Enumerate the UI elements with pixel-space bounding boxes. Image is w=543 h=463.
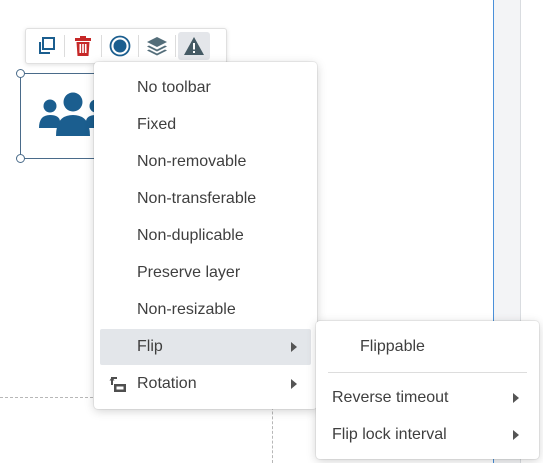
- chevron-right-icon: [291, 379, 297, 389]
- record-button[interactable]: [104, 32, 136, 60]
- context-menu: No toolbar Fixed Non-removable Non-trans…: [94, 62, 317, 409]
- trash-icon: [75, 36, 91, 56]
- rotate-icon: [109, 377, 126, 392]
- submenu-item-reverse-timeout[interactable]: Reverse timeout: [322, 380, 533, 416]
- submenu-item-label: Flippable: [360, 338, 425, 355]
- warning-button[interactable]: [178, 32, 210, 60]
- copy-icon: [39, 37, 55, 54]
- toolbar-separator: [138, 35, 139, 57]
- menu-item-fixed[interactable]: Fixed: [100, 107, 311, 143]
- menu-item-label: Fixed: [137, 116, 177, 133]
- menu-item-non-resizable[interactable]: Non-resizable: [100, 292, 311, 328]
- record-dot-icon: [109, 35, 131, 57]
- toolbar-separator: [175, 35, 176, 57]
- menu-item-rotation[interactable]: Rotation: [100, 366, 311, 402]
- menu-item-non-removable[interactable]: Non-removable: [100, 144, 311, 180]
- widget-toolbar: [25, 28, 227, 64]
- chevron-right-icon: [291, 342, 297, 352]
- menu-item-preserve-layer[interactable]: Preserve layer: [100, 255, 311, 291]
- menu-item-label: Flip: [137, 338, 163, 355]
- flip-submenu: Flippable Reverse timeout Flip lock inte…: [316, 321, 539, 459]
- duplicate-button[interactable]: [30, 32, 62, 60]
- toolbar-separator: [64, 35, 65, 57]
- menu-item-non-duplicable[interactable]: Non-duplicable: [100, 218, 311, 254]
- menu-divider: [328, 372, 527, 373]
- resize-handle-top-left[interactable]: [16, 69, 25, 78]
- menu-item-label: Rotation: [137, 375, 197, 392]
- toolbar-separator: [101, 35, 102, 57]
- menu-item-label: No toolbar: [137, 79, 211, 96]
- menu-item-label: Non-duplicable: [137, 227, 244, 244]
- menu-item-label: Non-removable: [137, 153, 247, 170]
- menu-item-label: Preserve layer: [137, 264, 241, 281]
- chevron-right-icon: [513, 393, 519, 403]
- menu-item-non-transferable[interactable]: Non-transferable: [100, 181, 311, 217]
- submenu-item-flippable[interactable]: Flippable: [322, 329, 533, 365]
- chevron-right-icon: [513, 430, 519, 440]
- layers-button[interactable]: [141, 32, 173, 60]
- submenu-item-flip-lock-interval[interactable]: Flip lock interval: [322, 417, 533, 453]
- delete-button[interactable]: [67, 32, 99, 60]
- submenu-item-label: Reverse timeout: [332, 389, 449, 406]
- submenu-item-label: Flip lock interval: [332, 426, 447, 443]
- menu-item-label: Non-transferable: [137, 190, 257, 207]
- menu-item-label: Non-resizable: [137, 301, 236, 318]
- layers-icon: [147, 37, 167, 56]
- menu-item-flip[interactable]: Flip: [100, 329, 311, 365]
- warning-icon: [184, 37, 204, 55]
- menu-item-no-toolbar[interactable]: No toolbar: [100, 70, 311, 106]
- resize-handle-bottom-left[interactable]: [16, 154, 25, 163]
